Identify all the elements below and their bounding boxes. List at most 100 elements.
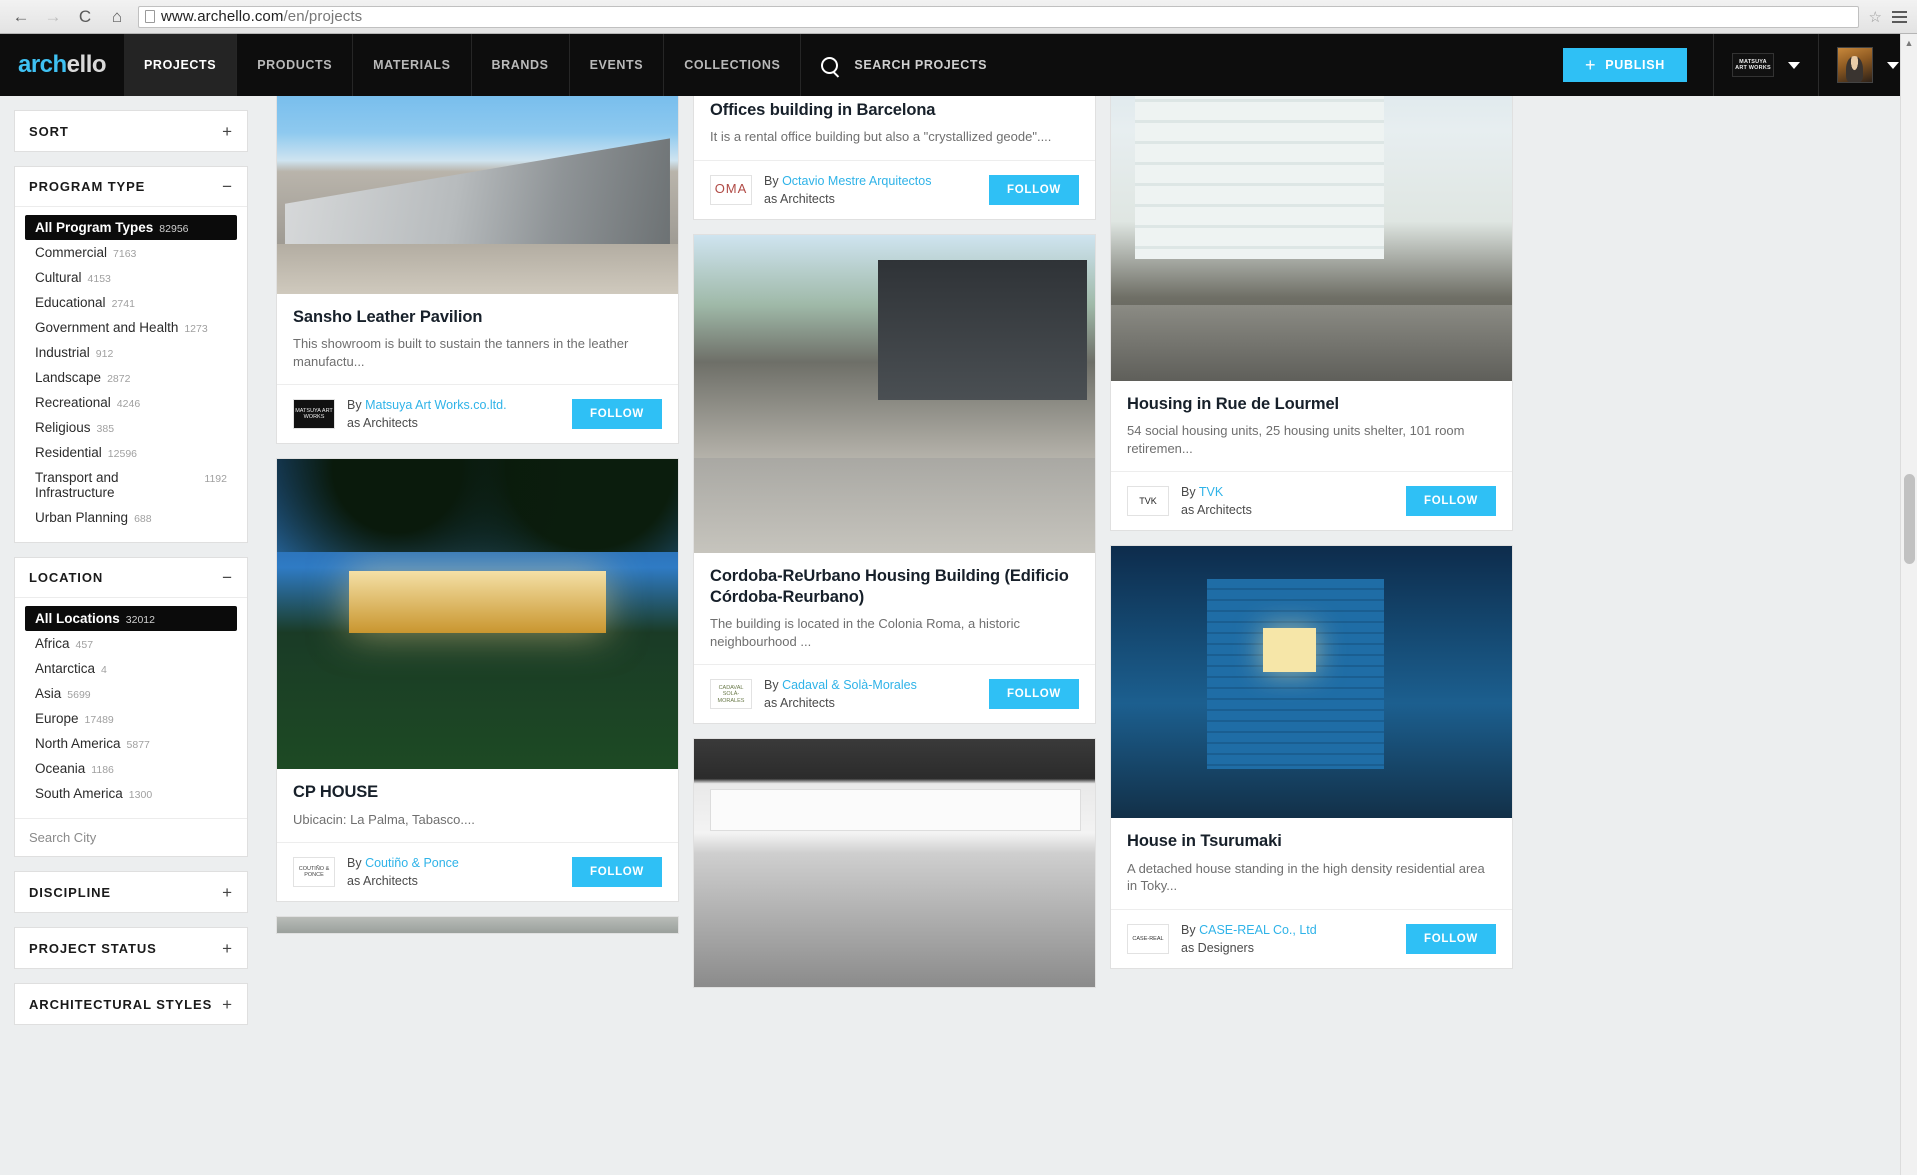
page-scrollbar[interactable]: ▲: [1900, 34, 1917, 1175]
nav-item-products[interactable]: PRODUCTS: [237, 34, 354, 96]
filter-option-all-locations[interactable]: All Locations 32012: [25, 606, 237, 631]
facet-title: ARCHITECTURAL STYLES: [29, 996, 213, 1012]
project-card-offices-building-in-barcelona[interactable]: Offices building in Barcelona It is a re…: [693, 96, 1096, 220]
filter-option-europe[interactable]: Europe 17489: [25, 706, 237, 731]
project-title[interactable]: Cordoba-ReUrbano Housing Building (Edifi…: [710, 566, 1079, 608]
project-thumbnail[interactable]: [1111, 546, 1512, 819]
bookmark-star-icon[interactable]: ☆: [1869, 8, 1882, 26]
filter-option-religious[interactable]: Religious 385: [25, 415, 237, 440]
filter-option-transport-and-infrastructure[interactable]: Transport and Infrastructure 1192: [25, 465, 237, 505]
brand-account-menu[interactable]: MATSUYA ART WORKS: [1713, 34, 1818, 96]
filter-option-south-america[interactable]: South America 1300: [25, 781, 237, 806]
project-card-latonta-cafe[interactable]: [693, 738, 1096, 989]
author-link[interactable]: Coutiño & Ponce: [365, 856, 459, 870]
follow-button[interactable]: FOLLOW: [571, 399, 662, 430]
browser-address-bar[interactable]: www.archello.com/en/projects: [138, 5, 1859, 28]
project-card-sansho-leather-pavilion[interactable]: Sansho Leather Pavilion This showroom is…: [276, 96, 679, 445]
search-city-input[interactable]: Search City: [15, 818, 247, 856]
search-projects-button[interactable]: SEARCH PROJECTS: [801, 34, 1007, 96]
filter-option-commercial[interactable]: Commercial 7163: [25, 240, 237, 265]
expand-plus-icon[interactable]: +: [222, 940, 233, 957]
author-link[interactable]: Cadaval & Solà-Morales: [782, 678, 917, 692]
option-label: Urban Planning: [35, 510, 129, 525]
filter-option-recreational[interactable]: Recreational 4246: [25, 390, 237, 415]
project-thumbnail[interactable]: [694, 739, 1095, 988]
filter-option-africa[interactable]: Africa 457: [25, 631, 237, 656]
facet-sort-header[interactable]: SORT +: [15, 111, 247, 151]
follow-button[interactable]: FOLLOW: [988, 679, 1079, 710]
filter-option-oceania[interactable]: Oceania 1186: [25, 756, 237, 781]
author-link[interactable]: Octavio Mestre Arquitectos: [782, 174, 931, 188]
follow-button[interactable]: FOLLOW: [1405, 486, 1496, 517]
project-thumbnail[interactable]: [1111, 96, 1512, 381]
facet-title: PROGRAM TYPE: [29, 179, 146, 194]
option-label: Commercial: [35, 245, 108, 260]
by-label: By: [1181, 922, 1196, 937]
project-title[interactable]: Sansho Leather Pavilion: [293, 307, 662, 328]
expand-plus-icon[interactable]: +: [222, 123, 233, 140]
project-thumbnail[interactable]: [277, 917, 678, 934]
filter-option-industrial[interactable]: Industrial 912: [25, 340, 237, 365]
follow-button[interactable]: FOLLOW: [988, 174, 1079, 205]
project-title[interactable]: Offices building in Barcelona: [710, 100, 1079, 121]
nav-item-materials[interactable]: MATERIALS: [353, 34, 472, 96]
filter-option-government-and-health[interactable]: Government and Health 1273: [25, 315, 237, 340]
filter-option-all-program-types[interactable]: All Program Types 82956: [25, 215, 237, 240]
option-label: Africa: [35, 636, 70, 651]
browser-home-button[interactable]: ⌂: [106, 6, 128, 28]
nav-label: PRODUCTS: [257, 58, 333, 72]
expand-plus-icon[interactable]: +: [222, 884, 233, 901]
scrollbar-thumb[interactable]: [1904, 474, 1915, 564]
filter-option-north-america[interactable]: North America 5877: [25, 731, 237, 756]
project-thumbnail[interactable]: [277, 459, 678, 770]
project-card-house-in-tsurumaki[interactable]: House in Tsurumaki A detached house stan…: [1110, 545, 1513, 969]
facet-location-header[interactable]: LOCATION −: [15, 558, 247, 598]
nav-item-collections[interactable]: COLLECTIONS: [664, 34, 802, 96]
archello-logo[interactable]: arch ello: [0, 34, 124, 96]
scroll-up-arrow-icon[interactable]: ▲: [1901, 34, 1917, 51]
filter-option-educational[interactable]: Educational 2741: [25, 290, 237, 315]
filter-option-residential[interactable]: Residential 12596: [25, 440, 237, 465]
author-link[interactable]: TVK: [1199, 485, 1223, 499]
filter-option-landscape[interactable]: Landscape 2872: [25, 365, 237, 390]
browser-forward-button[interactable]: →: [42, 6, 64, 28]
author-link[interactable]: Matsuya Art Works.co.ltd.: [365, 398, 506, 412]
project-card-cp-house[interactable]: CP HOUSE Ubicacin: La Palma, Tabasco....…: [276, 458, 679, 903]
nav-item-projects[interactable]: PROJECTS: [124, 34, 238, 96]
project-thumbnail[interactable]: [694, 234, 1095, 553]
project-card-housing-in-rue-de-lourmel[interactable]: Housing in Rue de Lourmel 54 social hous…: [1110, 96, 1513, 532]
filter-option-asia[interactable]: Asia 5699: [25, 681, 237, 706]
filter-option-cultural[interactable]: Cultural 4153: [25, 265, 237, 290]
project-title[interactable]: Housing in Rue de Lourmel: [1127, 394, 1496, 415]
follow-button[interactable]: FOLLOW: [571, 857, 662, 888]
publish-button[interactable]: + PUBLISH: [1563, 48, 1687, 82]
filter-option-antarctica[interactable]: Antarctica 4: [25, 656, 237, 681]
project-title[interactable]: House in Tsurumaki: [1127, 831, 1496, 852]
project-card-next-partial[interactable]: [276, 916, 679, 935]
nav-item-events[interactable]: EVENTS: [570, 34, 665, 96]
nav-label: MATERIALS: [373, 58, 451, 72]
option-count: 912: [95, 348, 114, 360]
project-thumbnail[interactable]: [277, 96, 678, 294]
facet-architectural-styles: ARCHITECTURAL STYLES +: [14, 983, 248, 1025]
filter-option-urban-planning[interactable]: Urban Planning 688: [25, 505, 237, 530]
author-link[interactable]: CASE-REAL Co., Ltd: [1199, 923, 1317, 937]
option-label: Religious: [35, 420, 91, 435]
collapse-minus-icon[interactable]: −: [222, 178, 233, 195]
facet-discipline-header[interactable]: DISCIPLINE +: [15, 872, 247, 912]
project-card-cordoba-reurbano[interactable]: Cordoba-ReUrbano Housing Building (Edifi…: [693, 233, 1096, 725]
facet-location: LOCATION − All Locations 32012 Africa 457 …: [14, 557, 248, 857]
nav-item-brands[interactable]: BRANDS: [472, 34, 570, 96]
browser-back-button[interactable]: ←: [10, 6, 32, 28]
facet-project-status-header[interactable]: PROJECT STATUS +: [15, 928, 247, 968]
facet-program-type-header[interactable]: PROGRAM TYPE −: [15, 167, 247, 207]
collapse-minus-icon[interactable]: −: [222, 569, 233, 586]
follow-button[interactable]: FOLLOW: [1405, 923, 1496, 954]
browser-reload-button[interactable]: C: [74, 6, 96, 28]
expand-plus-icon[interactable]: +: [222, 996, 233, 1013]
project-description: The building is located in the Colonia R…: [710, 616, 1021, 649]
browser-menu-icon[interactable]: [1892, 10, 1907, 23]
option-label: Transport and Infrastructure: [35, 470, 119, 500]
project-title[interactable]: CP HOUSE: [293, 782, 662, 803]
facet-architectural-styles-header[interactable]: ARCHITECTURAL STYLES +: [15, 984, 247, 1024]
